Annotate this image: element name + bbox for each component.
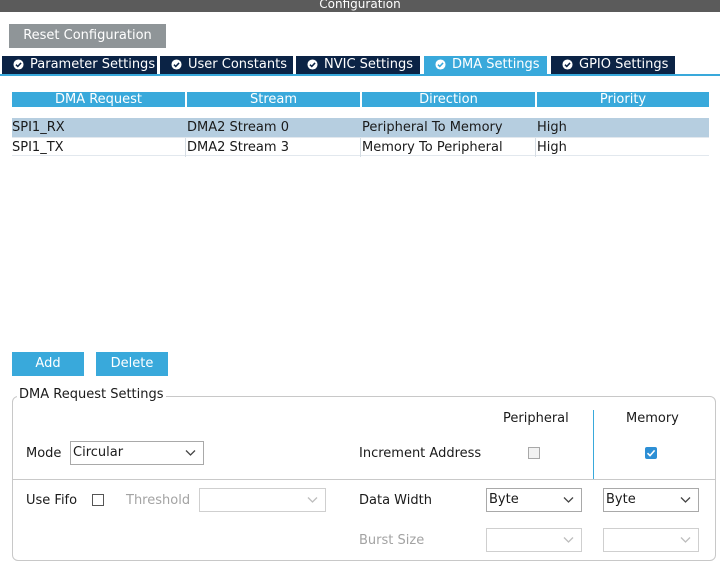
chevron-down-icon [680,537,691,543]
column-divider [535,138,536,157]
chevron-down-icon [680,497,691,503]
peripheral-burst-size-select[interactable] [486,528,582,552]
use-fifo-checkbox[interactable] [92,494,104,506]
memory-column-header: Memory [626,411,679,426]
settings-tab-bar: Parameter Settings User Constants NVIC S… [0,56,720,76]
tab-parameter-settings[interactable]: Parameter Settings [2,56,157,74]
cell-direction: Memory To Peripheral [362,140,503,155]
section-divider [13,479,715,480]
check-circle-icon [171,59,182,70]
check-circle-icon [562,59,573,70]
window-title-bar: Configuration [0,0,720,12]
peripheral-column-header: Peripheral [503,411,569,426]
cell-stream: DMA2 Stream 0 [187,120,289,135]
table-row[interactable]: SPI1_TX DMA2 Stream 3 Memory To Peripher… [12,137,709,157]
mode-value: Circular [73,445,124,460]
cell-stream: DMA2 Stream 3 [187,140,289,155]
check-circle-icon [13,59,24,70]
column-divider [185,138,186,157]
cell-priority: High [537,140,567,155]
column-header-priority[interactable]: Priority [537,92,709,107]
tab-label: NVIC Settings [324,57,413,72]
tab-user-constants[interactable]: User Constants [160,56,293,74]
cell-dma-request: SPI1_RX [12,120,65,135]
peripheral-data-width-select[interactable]: Byte [486,488,582,512]
column-header-direction[interactable]: Direction [362,92,535,107]
table-row[interactable]: SPI1_RX DMA2 Stream 0 Peripheral To Memo… [12,118,709,137]
cell-priority: High [537,120,567,135]
memory-data-width-select[interactable]: Byte [603,488,699,512]
threshold-label: Threshold [126,493,191,508]
check-circle-icon [435,59,446,70]
check-icon [646,449,656,457]
chevron-down-icon [307,497,318,503]
column-divider [593,410,594,480]
delete-button[interactable]: Delete [96,352,168,376]
tab-label: Parameter Settings [30,57,156,72]
tab-label: GPIO Settings [579,57,669,72]
cell-direction: Peripheral To Memory [362,120,503,135]
tab-label: DMA Settings [452,57,540,72]
add-button[interactable]: Add [12,352,84,376]
peripheral-increment-checkbox[interactable] [528,447,540,459]
peripheral-data-width-value: Byte [489,492,519,507]
column-header-stream[interactable]: Stream [187,92,360,107]
threshold-select[interactable] [199,488,326,512]
tab-dma-settings[interactable]: DMA Settings [424,56,547,74]
reset-configuration-button[interactable]: Reset Configuration [9,24,166,48]
mode-label: Mode [26,446,62,461]
column-header-dma-request[interactable]: DMA Request [12,92,185,107]
memory-burst-size-select[interactable] [603,528,699,552]
cell-dma-request: SPI1_TX [12,140,64,155]
tab-gpio-settings[interactable]: GPIO Settings [551,56,675,74]
chevron-down-icon [563,537,574,543]
tab-nvic-settings[interactable]: NVIC Settings [296,56,420,74]
tab-label: User Constants [188,57,287,72]
check-circle-icon [307,59,318,70]
window-title: Configuration [319,0,401,11]
data-width-label: Data Width [359,493,432,508]
burst-size-label: Burst Size [359,533,425,548]
increment-address-label: Increment Address [359,446,482,461]
mode-select[interactable]: Circular [70,441,204,465]
group-title: DMA Request Settings [17,387,166,403]
chevron-down-icon [185,450,196,456]
chevron-down-icon [563,497,574,503]
memory-data-width-value: Byte [606,492,636,507]
column-divider [360,138,361,157]
use-fifo-label: Use Fifo [26,493,78,508]
memory-increment-checkbox[interactable] [645,447,657,459]
